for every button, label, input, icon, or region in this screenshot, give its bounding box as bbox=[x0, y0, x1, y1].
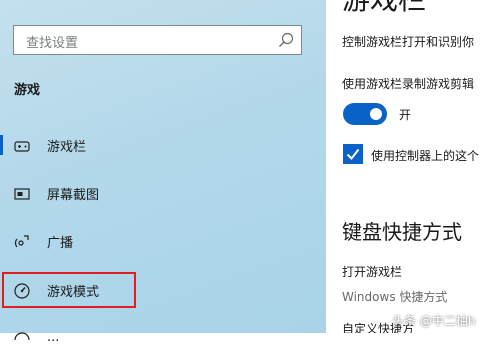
sidebar-item-network[interactable]: ... bbox=[0, 322, 300, 356]
record-setting-label: 使用游戏栏录制游戏剪辑 bbox=[342, 77, 475, 91]
category-title: 游戏 bbox=[14, 83, 41, 98]
section-title-keyboard-shortcuts: 键盘快捷方式 bbox=[342, 220, 462, 244]
shortcut-value: Windows 快捷方式 bbox=[342, 290, 448, 304]
watermark: 头条 @中二柚h bbox=[392, 314, 476, 328]
broadcast-icon bbox=[14, 235, 29, 248]
main-content: 游戏栏 控制游戏栏打开和识别你 使用游戏栏录制游戏剪辑 开 使用控制器上的这个 … bbox=[326, 0, 487, 333]
game-bar-icon bbox=[14, 141, 30, 152]
page-title: 游戏栏 bbox=[342, 0, 426, 18]
search-box[interactable]: 查找设置 bbox=[13, 25, 302, 55]
sidebar-item-label: ... bbox=[47, 330, 60, 345]
control-description: 控制游戏栏打开和识别你 bbox=[342, 35, 475, 49]
network-icon bbox=[14, 332, 30, 341]
search-input[interactable]: 查找设置 bbox=[26, 32, 78, 51]
sidebar-item-screenshots[interactable]: 屏幕截图 bbox=[0, 176, 300, 210]
controller-checkbox[interactable] bbox=[343, 144, 363, 164]
toggle-state-label: 开 bbox=[399, 108, 412, 122]
toggle-knob bbox=[370, 108, 382, 120]
annotation-highlight-box bbox=[2, 272, 136, 308]
checkbox-label: 使用控制器上的这个 bbox=[371, 149, 480, 163]
sidebar-item-broadcast[interactable]: 广播 bbox=[0, 224, 300, 258]
sidebar-item-label: 游戏栏 bbox=[47, 140, 87, 155]
sidebar: 查找设置 游戏 游戏栏 屏幕截图 广播 游戏模式 ... bbox=[0, 0, 326, 345]
sidebar-item-game-bar[interactable]: 游戏栏 bbox=[0, 128, 300, 162]
shortcut-label: 打开游戏栏 bbox=[342, 265, 403, 279]
sidebar-item-label: 屏幕截图 bbox=[47, 188, 100, 203]
active-indicator bbox=[0, 135, 3, 155]
search-icon[interactable] bbox=[277, 31, 295, 49]
screenshot-icon bbox=[14, 188, 30, 200]
record-toggle[interactable] bbox=[343, 103, 387, 125]
checkmark-icon bbox=[346, 148, 360, 161]
sidebar-item-label: 广播 bbox=[47, 236, 74, 251]
